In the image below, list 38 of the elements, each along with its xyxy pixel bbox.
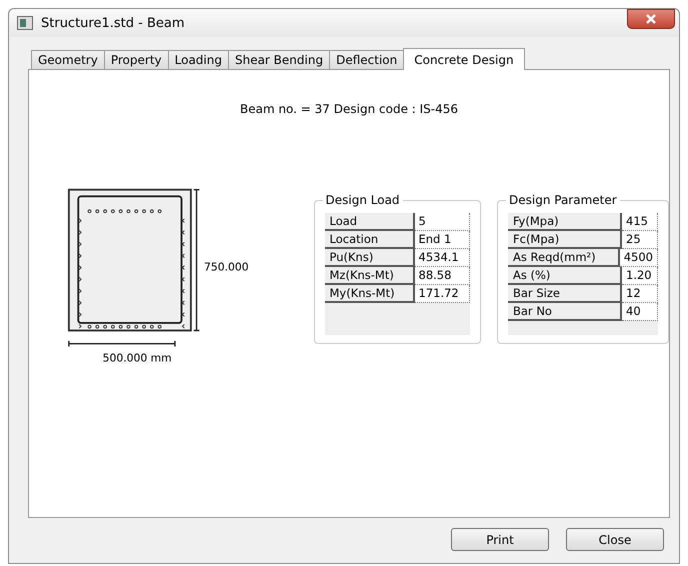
grid-label: Bar No: [508, 303, 622, 321]
tab[interactable]: Loading: [168, 50, 229, 69]
grid-label: Pu(Kns): [324, 249, 414, 267]
grid-value: 12: [622, 285, 658, 303]
grid-label: My(Kns-Mt): [324, 285, 414, 303]
grid-value: 88.58: [414, 267, 470, 285]
tab[interactable]: Deflection: [329, 50, 404, 69]
grid-label: Fy(Mpa): [508, 213, 622, 231]
tab[interactable]: Property: [104, 50, 169, 69]
window-title: Structure1.std - Beam: [41, 16, 186, 30]
grid-value: 4500: [620, 249, 658, 267]
grid-value: 5: [414, 213, 470, 231]
tab[interactable]: Concrete Design: [403, 48, 525, 70]
beam-heading: Beam no. = 37 Design code : IS-456: [238, 102, 460, 116]
tab[interactable]: Geometry: [31, 50, 105, 69]
grid-label: Mz(Kns-Mt): [324, 267, 414, 285]
grid-label: Bar Size: [508, 285, 622, 303]
grid-value: 4534.1: [414, 249, 470, 267]
group-title: Design Load: [322, 193, 403, 207]
tab[interactable]: Shear Bending: [228, 50, 330, 69]
depth-label: 750.000: [204, 260, 249, 274]
group-title: Design Parameter: [506, 193, 620, 207]
grid-label: As (%): [508, 267, 622, 285]
width-label: 500.000 mm: [102, 351, 172, 364]
grid-label: Location: [324, 231, 414, 249]
grid-label: Load: [324, 213, 414, 231]
dialog-button[interactable]: Close: [566, 528, 664, 551]
grid-value: 415: [622, 213, 658, 231]
grid-value: End 1: [414, 231, 470, 249]
dialog-button[interactable]: Print: [451, 528, 549, 551]
grid-value: 171.72: [414, 285, 470, 303]
grid-value: 25: [622, 231, 658, 249]
grid-label: Fc(Mpa): [508, 231, 622, 249]
grid-label: As Reqd(mm²): [508, 249, 620, 267]
grid-value: 40: [622, 303, 658, 321]
window-icon: [17, 16, 33, 30]
grid-value: 1.20: [622, 267, 658, 285]
close-icon[interactable]: [627, 9, 675, 29]
